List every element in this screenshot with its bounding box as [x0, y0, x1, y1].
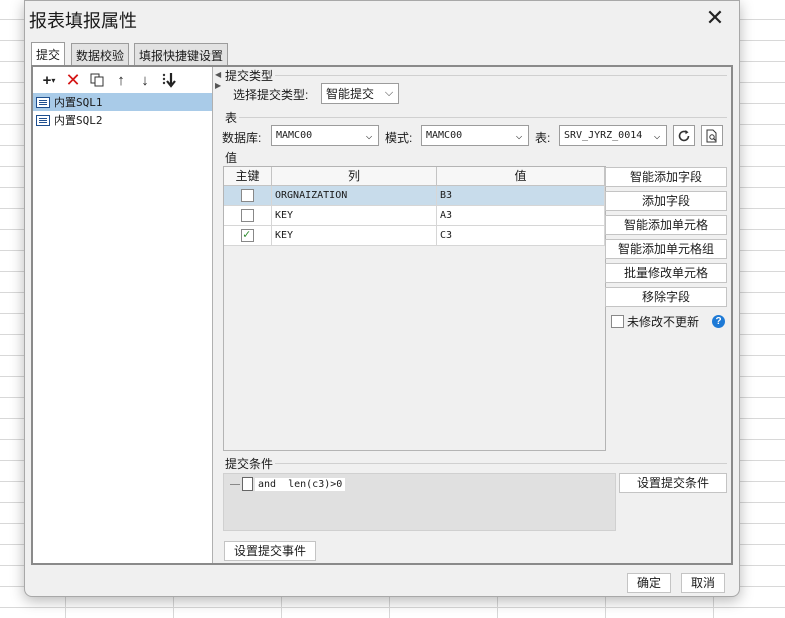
primary-key-checkbox[interactable] — [241, 227, 254, 242]
value-cell[interactable]: B3 — [437, 186, 605, 205]
schema-label: 模式: — [385, 131, 413, 145]
batch-modify-cell-button[interactable]: 批量修改单元格 — [605, 263, 727, 283]
set-submit-event-button[interactable]: 设置提交事件 — [224, 541, 316, 561]
report-fill-properties-dialog: 报表填报属性 ✕ 提交 数据校验 填报快捷键设置 + ▾ ✕ ↑ ↓ 内置SQL… — [24, 0, 740, 597]
set-submit-condition-button[interactable]: 设置提交条件 — [619, 473, 727, 493]
remove-field-button[interactable]: 移除字段 — [605, 287, 727, 307]
delete-icon[interactable]: ✕ — [61, 69, 85, 91]
chevron-down-icon: ⌵ — [384, 87, 394, 99]
primary-key-checkbox[interactable] — [241, 209, 254, 222]
chevron-down-icon: ⌵ — [653, 129, 661, 142]
table-label: 表: — [535, 131, 551, 145]
smart-add-cell-group-button[interactable]: 智能添加单元格组 — [605, 239, 727, 259]
tree-item-label: 内置SQL1 — [54, 96, 103, 109]
document-icon — [242, 477, 253, 491]
value-grid: 主键 列 值 ORGNAIZATION B3 KEY A3 KEY — [223, 166, 606, 451]
column-cell[interactable]: ORGNAIZATION — [272, 186, 437, 205]
table-row[interactable]: ORGNAIZATION B3 — [224, 186, 605, 206]
preview-icon[interactable] — [701, 125, 723, 146]
submit-panel: + ▾ ✕ ↑ ↓ 内置SQL1 内置SQL2 ◀ ▶ 提交类型 选择提交类型:… — [31, 65, 733, 565]
ok-button[interactable]: 确定 — [627, 573, 671, 593]
chevron-down-icon: ⌵ — [515, 129, 523, 142]
value-cell[interactable]: C3 — [437, 226, 605, 245]
smart-add-field-button[interactable]: 智能添加字段 — [605, 167, 727, 187]
tab-data-validation[interactable]: 数据校验 — [71, 43, 130, 65]
table-row[interactable]: KEY A3 — [224, 206, 605, 226]
tree-item-label: 内置SQL2 — [54, 114, 103, 127]
column-cell[interactable]: KEY — [272, 206, 437, 225]
database-select[interactable]: MAMC00 ⌵ — [271, 125, 379, 146]
copy-icon[interactable] — [85, 69, 109, 91]
database-label: 数据库: — [222, 131, 262, 145]
submit-settings-panel: 提交类型 选择提交类型: 智能提交 ⌵ 表 数据库: MAMC00 ⌵ 模式: … — [222, 67, 731, 563]
title-bar: 报表填报属性 ✕ — [25, 1, 739, 37]
submit-type-label: 选择提交类型: — [233, 88, 309, 102]
schema-select[interactable]: MAMC00 ⌵ — [421, 125, 529, 146]
dialog-title: 报表填报属性 — [29, 11, 137, 31]
table-icon — [36, 114, 50, 126]
table-row[interactable]: KEY C3 — [224, 226, 605, 246]
condition-section-label: 提交条件 — [225, 457, 274, 471]
add-field-button[interactable]: 添加字段 — [605, 191, 727, 211]
add-icon[interactable]: + ▾ — [37, 69, 61, 91]
submit-type-value: 智能提交 — [326, 87, 375, 101]
collapse-arrow-icon[interactable]: ◀ ▶ — [215, 69, 221, 91]
tree-connector — [230, 483, 240, 485]
table-select[interactable]: SRV_JYRZ_0014 ⌵ — [559, 125, 667, 146]
chevron-down-icon: ⌵ — [365, 129, 373, 142]
table-value: SRV_JYRZ_0014 — [564, 130, 643, 141]
move-up-icon[interactable]: ↑ — [109, 69, 133, 91]
tab-submit[interactable]: 提交 — [31, 42, 66, 66]
grid-header: 主键 列 值 — [224, 167, 605, 186]
condition-item[interactable]: and len(c3)>0 — [230, 477, 346, 491]
submit-type-section-label: 提交类型 — [225, 69, 274, 83]
refresh-icon[interactable] — [673, 125, 695, 146]
smart-add-cell-button[interactable]: 智能添加单元格 — [605, 215, 727, 235]
unmodified-no-update-label: 未修改不更新 — [627, 315, 700, 329]
column-cell[interactable]: KEY — [272, 226, 437, 245]
divider — [275, 463, 727, 464]
column-header-value: 值 — [437, 167, 605, 185]
schema-value: MAMC00 — [426, 130, 463, 141]
unmodified-no-update-checkbox[interactable] — [611, 315, 624, 328]
sql-list-panel: + ▾ ✕ ↑ ↓ 内置SQL1 内置SQL2 — [33, 67, 213, 563]
database-value: MAMC00 — [276, 130, 313, 141]
submit-type-select[interactable]: 智能提交 ⌵ — [321, 83, 399, 104]
divider — [275, 75, 727, 76]
tree-item-sql2[interactable]: 内置SQL2 — [33, 111, 212, 129]
column-header-key: 主键 — [224, 167, 272, 185]
list-toolbar: + ▾ ✕ ↑ ↓ — [37, 69, 181, 91]
move-down-icon[interactable]: ↓ — [133, 69, 157, 91]
table-icon — [36, 96, 50, 108]
divider — [239, 117, 727, 118]
tab-fill-shortcut-settings[interactable]: 填报快捷键设置 — [134, 43, 229, 65]
tree-item-sql1[interactable]: 内置SQL1 — [33, 93, 212, 111]
condition-expression: and len(c3)>0 — [255, 477, 346, 491]
condition-tree: and len(c3)>0 — [223, 473, 616, 531]
cancel-button[interactable]: 取消 — [681, 573, 725, 593]
value-cell[interactable]: A3 — [437, 206, 605, 225]
close-icon[interactable]: ✕ — [703, 7, 727, 31]
move-bottom-icon[interactable] — [157, 69, 181, 91]
sql-tree: 内置SQL1 内置SQL2 — [33, 93, 212, 129]
column-header-column: 列 — [272, 167, 437, 185]
help-icon[interactable]: ? — [712, 315, 725, 328]
primary-key-checkbox[interactable] — [241, 189, 254, 202]
value-section-label: 值 — [225, 151, 238, 165]
table-section-label: 表 — [225, 111, 238, 125]
